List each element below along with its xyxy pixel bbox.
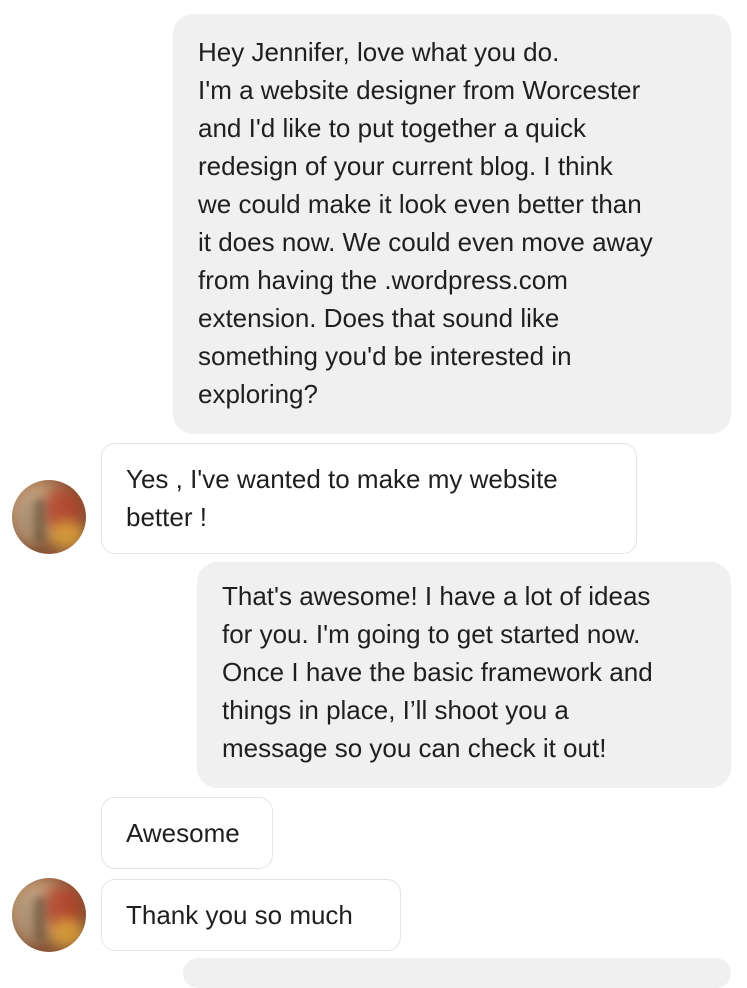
message-text-line: Awesome <box>126 818 240 848</box>
message-text-line: Thank you so much <box>126 900 353 930</box>
message-bubble-outgoing-partial[interactable] <box>183 958 731 988</box>
message-text-line: That's awesome! I have a lot of ideas <box>222 581 651 611</box>
message-text-line: we could make it look even better than <box>198 189 642 219</box>
message-text-line: Hey Jennifer, love what you do. <box>198 37 560 67</box>
message-text-line: better ! <box>126 502 207 532</box>
message-bubble-incoming[interactable]: Awesome <box>101 797 273 869</box>
message-text-line: I'm a website designer from Worcester <box>198 75 641 105</box>
message-text-line: exploring? <box>198 379 318 409</box>
message-text-line: Once I have the basic framework and <box>222 657 653 687</box>
message-text-line: something you'd be interested in <box>198 341 572 371</box>
message-text-line: extension. Does that sound like <box>198 303 560 333</box>
message-bubble-outgoing[interactable]: That's awesome! I have a lot of ideas fo… <box>197 562 731 788</box>
message-text-line: things in place, I’ll shoot you a <box>222 695 569 725</box>
message-bubble-incoming[interactable]: Yes , I've wanted to make my website bet… <box>101 443 637 554</box>
message-text-line: redesign of your current blog. I think <box>198 151 613 181</box>
message-text-line: for you. I'm going to get started now. <box>222 619 641 649</box>
contact-avatar[interactable] <box>12 480 86 554</box>
message-text-line: and I'd like to put together a quick <box>198 113 586 143</box>
message-text-line: it does now. We could even move away <box>198 227 653 257</box>
message-text-line: Yes , I've wanted to make my website <box>126 464 558 494</box>
message-bubble-outgoing[interactable]: Hey Jennifer, love what you do. I'm a we… <box>173 14 731 434</box>
message-text-line: from having the .wordpress.com <box>198 265 568 295</box>
message-text-line: message so you can check it out! <box>222 733 607 763</box>
contact-avatar[interactable] <box>12 878 86 952</box>
message-bubble-incoming[interactable]: Thank you so much <box>101 879 401 951</box>
